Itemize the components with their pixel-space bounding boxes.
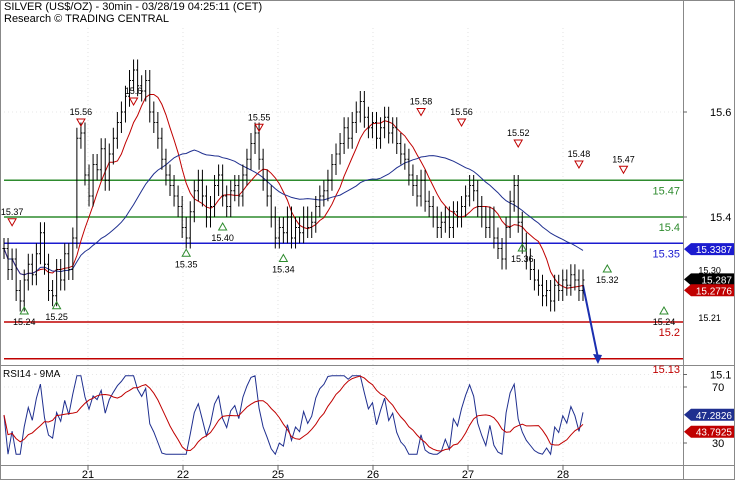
swing-high-marker bbox=[128, 97, 139, 107]
swing-low-marker bbox=[181, 248, 192, 257]
swing-high-label: 15.56 bbox=[70, 107, 93, 117]
swing-low-label: 15.32 bbox=[596, 275, 619, 285]
swing-low-label: 15.36 bbox=[511, 254, 534, 264]
swing-low-marker bbox=[659, 305, 669, 315]
swing-low-label: 15.24 bbox=[13, 317, 36, 327]
swing-low-label: 15.24 bbox=[653, 317, 676, 327]
level-label: 15.13 bbox=[652, 364, 680, 376]
swing-low-label: 15.34 bbox=[272, 265, 295, 275]
x-tick-label: 26 bbox=[367, 469, 379, 480]
axis-layer: 21 22 25 26 27 2815.615.415.115.338715.28715.… bbox=[82, 107, 734, 480]
level-label: 15.2 bbox=[659, 327, 680, 339]
swing-high-label: 15.52 bbox=[507, 128, 530, 138]
swing-high-label: 15.48 bbox=[568, 149, 591, 159]
y-tick-label: 15.4 bbox=[710, 212, 731, 224]
rsi-y-tick-label: 70 bbox=[712, 382, 724, 394]
y-tick-label: 15.6 bbox=[710, 107, 731, 119]
level-label: 15.35 bbox=[652, 248, 680, 260]
swing-low-marker bbox=[217, 221, 228, 231]
swing-high-label: 15.6 bbox=[125, 86, 143, 96]
swing-high-label: 15.56 bbox=[450, 107, 473, 117]
y-tick-label: 15.1 bbox=[710, 370, 731, 382]
level-layer: 15.47 15.4 15.35 15.2 15.13 bbox=[4, 179, 683, 376]
level-label: 15.47 bbox=[652, 185, 680, 197]
rsi-line bbox=[3, 375, 584, 456]
swing-low-label: 15.35 bbox=[175, 259, 198, 269]
swing-high-label: 15.58 bbox=[410, 97, 433, 107]
x-tick-label: 27 bbox=[462, 469, 474, 480]
swing-low-marker bbox=[602, 263, 613, 273]
swing-high-label: 15.47 bbox=[612, 154, 635, 164]
swing-high-marker bbox=[416, 108, 426, 117]
price-tag-label: 15.2776 bbox=[696, 286, 733, 297]
level-label: 15.4 bbox=[659, 222, 680, 234]
rsi-y-tick-label: 30 bbox=[712, 438, 724, 450]
swing-high-marker bbox=[7, 218, 17, 227]
swing-high-marker bbox=[574, 160, 584, 170]
rsi-value-label: 47.2826 bbox=[696, 411, 733, 422]
swing-low-marker bbox=[278, 253, 289, 262]
price-annotation: 15.21 bbox=[698, 313, 721, 323]
swing-low-label: 15.25 bbox=[45, 312, 68, 322]
chart-frame bbox=[0, 0, 735, 480]
rsi-value-label: 43.7925 bbox=[696, 428, 733, 439]
swing-low-label: 15.40 bbox=[211, 233, 234, 243]
price-tag-label: 15.3387 bbox=[696, 245, 733, 256]
swing-high-marker bbox=[618, 165, 629, 175]
swing-high-label: 15.55 bbox=[248, 112, 271, 122]
price-chart: 15.4715.415.3515.215.13 15.3715.2415.251… bbox=[0, 0, 735, 480]
rsi-ma-line bbox=[3, 375, 584, 452]
rsi-layer: 70 30 47.2826 43.7925 bbox=[3, 375, 734, 456]
x-tick-label: 25 bbox=[272, 469, 284, 480]
swing-high-label: 15.37 bbox=[1, 207, 24, 217]
moving-average-layer bbox=[3, 94, 584, 289]
swing-marker-layer: 15.37 15.24 15.25 15.56 15.6 15.35 15.40 15.55 1… bbox=[1, 86, 721, 327]
swing-high-marker bbox=[456, 118, 467, 128]
swing-high-marker bbox=[513, 139, 524, 149]
x-tick-label: 22 bbox=[177, 469, 189, 480]
grid-layer bbox=[0, 0, 735, 480]
x-tick-label: 28 bbox=[557, 469, 569, 480]
x-tick-label: 21 bbox=[82, 469, 94, 480]
